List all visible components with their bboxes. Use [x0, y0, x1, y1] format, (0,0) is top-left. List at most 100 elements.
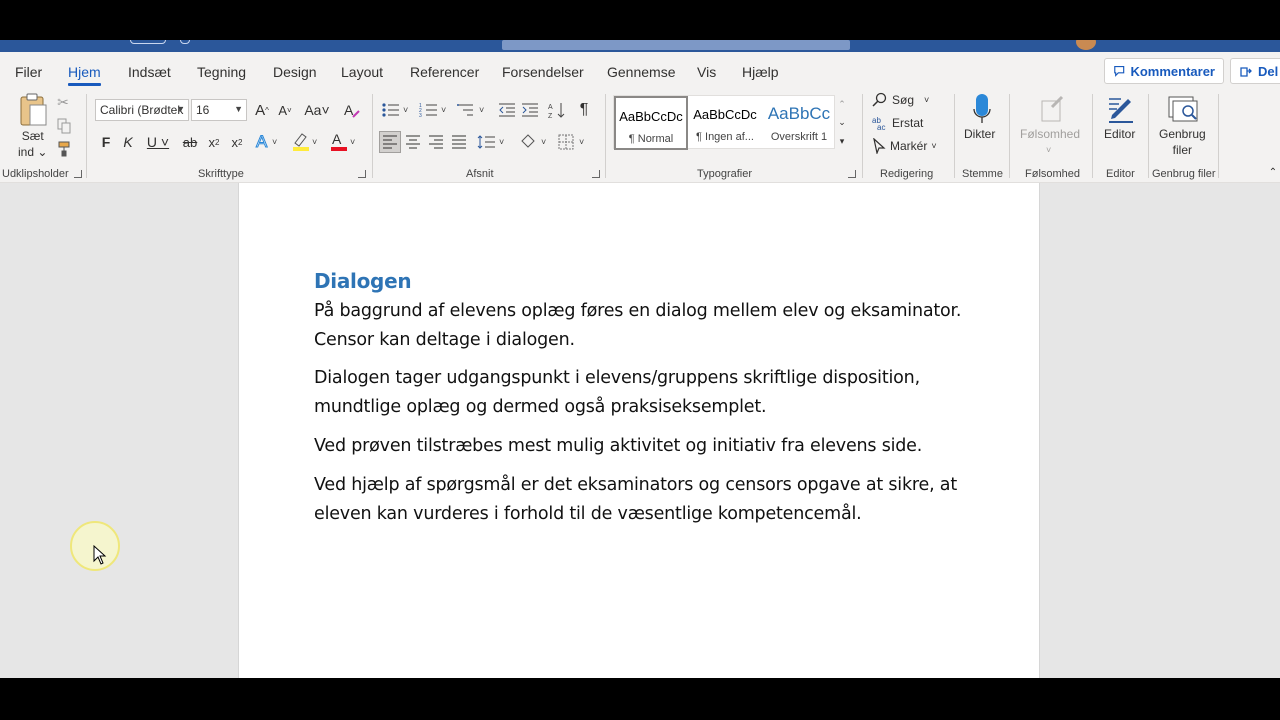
- paste-label-2: ind: [18, 145, 35, 159]
- svg-text:˅: ˅: [403, 105, 408, 115]
- copy-icon[interactable]: [56, 118, 72, 134]
- style-no-spacing[interactable]: AaBbCcDc ¶ Ingen af...: [688, 96, 762, 150]
- clipboard-launcher-icon[interactable]: [74, 170, 82, 178]
- sort-icon[interactable]: AZ: [547, 99, 567, 121]
- svg-text:˅: ˅: [579, 137, 584, 147]
- pointer-icon: [873, 138, 886, 154]
- bullets-icon[interactable]: ˅: [380, 99, 412, 121]
- find-button[interactable]: Søg ˅: [872, 92, 929, 108]
- show-formatting-icon[interactable]: ¶: [575, 99, 593, 121]
- chevron-down-icon: ˅: [1046, 145, 1052, 155]
- text-effects-icon[interactable]: A ˅: [254, 130, 284, 152]
- font-launcher-icon[interactable]: [358, 170, 366, 178]
- tab-home[interactable]: Hjem: [68, 64, 101, 86]
- svg-text:A: A: [344, 102, 354, 118]
- tab-draw[interactable]: Tegning: [197, 64, 246, 80]
- styles-scroll-down-icon[interactable]: ⌄: [835, 113, 849, 131]
- clipboard-icon: [20, 93, 47, 126]
- tab-view[interactable]: Vis: [697, 64, 716, 80]
- tab-design[interactable]: Design: [273, 64, 317, 80]
- highlight-color-icon[interactable]: ˅: [290, 130, 322, 152]
- dictate-button[interactable]: [970, 92, 994, 128]
- chevron-down-icon: ˅: [931, 141, 937, 151]
- align-center-icon[interactable]: [403, 131, 423, 153]
- tab-insert[interactable]: Indsæt: [128, 64, 171, 80]
- document-page[interactable]: Dialogen På baggrund af elevens oplæg fø…: [238, 183, 1040, 678]
- tab-mailings[interactable]: Forsendelser: [502, 64, 584, 80]
- italic-button[interactable]: K: [120, 132, 136, 152]
- justify-icon[interactable]: [449, 131, 469, 153]
- paste-label[interactable]: Sæt ind ⌄: [18, 128, 47, 160]
- paragraph-launcher-icon[interactable]: [592, 170, 600, 178]
- editor-group-label: Editor: [1106, 168, 1135, 180]
- document-canvas[interactable]: Dialogen På baggrund af elevens oplæg fø…: [0, 183, 1280, 678]
- format-painter-icon[interactable]: [56, 140, 74, 158]
- dictate-label: Dikter: [964, 127, 996, 141]
- paste-button[interactable]: [16, 92, 50, 128]
- align-right-icon[interactable]: [426, 131, 446, 153]
- svg-text:Z: Z: [548, 113, 553, 119]
- editor-label: Editor: [1104, 127, 1136, 141]
- avatar[interactable]: [1076, 40, 1096, 50]
- select-button[interactable]: Markér ˅: [872, 138, 937, 154]
- svg-text:˅: ˅: [312, 137, 317, 147]
- voice-group-label: Stemme: [962, 168, 1003, 180]
- reuse-files-button[interactable]: [1166, 92, 1200, 126]
- paste-label-1: Sæt: [21, 129, 44, 143]
- shrink-font-icon[interactable]: A ˅: [276, 99, 294, 121]
- clipboard-group-label: Udklipsholder: [2, 168, 69, 180]
- separator: [1148, 94, 1149, 178]
- sensitivity-icon: [1038, 92, 1068, 126]
- editor-button[interactable]: [1104, 92, 1138, 126]
- underline-button[interactable]: U ˅: [143, 132, 173, 152]
- search-box[interactable]: [502, 40, 850, 50]
- grow-font-icon[interactable]: A ^: [252, 99, 272, 121]
- tab-file[interactable]: Filer: [15, 64, 42, 80]
- cut-icon[interactable]: ✂: [56, 94, 70, 110]
- autosave-toggle[interactable]: [130, 40, 166, 44]
- styles-more-icon[interactable]: ▾: [835, 132, 849, 150]
- increase-indent-icon[interactable]: [520, 99, 540, 121]
- share-button[interactable]: Del: [1230, 58, 1280, 84]
- chevron-down-icon: ▼: [176, 104, 185, 114]
- styles-scroll-up-icon[interactable]: ⌃: [835, 95, 849, 113]
- bold-button[interactable]: F: [98, 132, 114, 152]
- clear-formatting-icon[interactable]: A: [342, 99, 362, 121]
- font-size-value: 16: [196, 103, 210, 117]
- font-color-icon[interactable]: A ˅: [328, 130, 360, 152]
- subscript-icon[interactable]: x2: [206, 132, 222, 152]
- font-name-value: Calibri (Brødtek: [100, 103, 184, 117]
- comments-button[interactable]: Kommentarer: [1104, 58, 1224, 84]
- chevron-down-icon: ˅: [924, 95, 930, 105]
- tab-layout[interactable]: Layout: [341, 64, 383, 80]
- numbering-icon[interactable]: 1 2 3 ˅: [418, 99, 450, 121]
- borders-icon[interactable]: ˅: [556, 131, 588, 153]
- strikethrough-button[interactable]: ab: [179, 132, 201, 152]
- tab-help[interactable]: Hjælp: [742, 64, 779, 80]
- collapse-ribbon-icon[interactable]: ⌃: [1268, 166, 1278, 178]
- style-normal[interactable]: AaBbCcDc ¶ Normal: [614, 96, 688, 150]
- font-name-select[interactable]: Calibri (Brødtek ▼: [95, 99, 189, 121]
- svg-text:˅: ˅: [441, 105, 446, 115]
- decrease-indent-icon[interactable]: [497, 99, 517, 121]
- svg-text:ac: ac: [877, 123, 885, 131]
- align-left-icon[interactable]: [379, 131, 401, 153]
- font-group-label: Skrifttype: [198, 168, 244, 180]
- paragraph: Ved prøven tilstræbes mest mulig aktivit…: [314, 436, 923, 456]
- superscript-icon[interactable]: x2: [229, 132, 245, 152]
- tab-references[interactable]: Referencer: [410, 64, 479, 80]
- bottom-letterbox: [0, 678, 1280, 720]
- change-case-button[interactable]: Aa ˅: [302, 99, 332, 121]
- multilevel-list-icon[interactable]: ˅: [456, 99, 488, 121]
- styles-launcher-icon[interactable]: [848, 170, 856, 178]
- replace-button[interactable]: ab ac Erstat: [872, 115, 923, 131]
- line-spacing-icon[interactable]: ˅: [476, 131, 508, 153]
- style-heading-1[interactable]: AaBbCc Overskrift 1: [762, 96, 836, 150]
- save-icon[interactable]: [180, 40, 190, 44]
- editing-group-label: Redigering: [880, 168, 934, 180]
- font-size-select[interactable]: 16 ▼: [191, 99, 247, 121]
- tab-review[interactable]: Gennemse: [607, 64, 675, 80]
- microphone-icon: [973, 94, 991, 123]
- shading-icon[interactable]: ˅: [518, 131, 550, 153]
- mouse-pointer-icon: [93, 545, 107, 565]
